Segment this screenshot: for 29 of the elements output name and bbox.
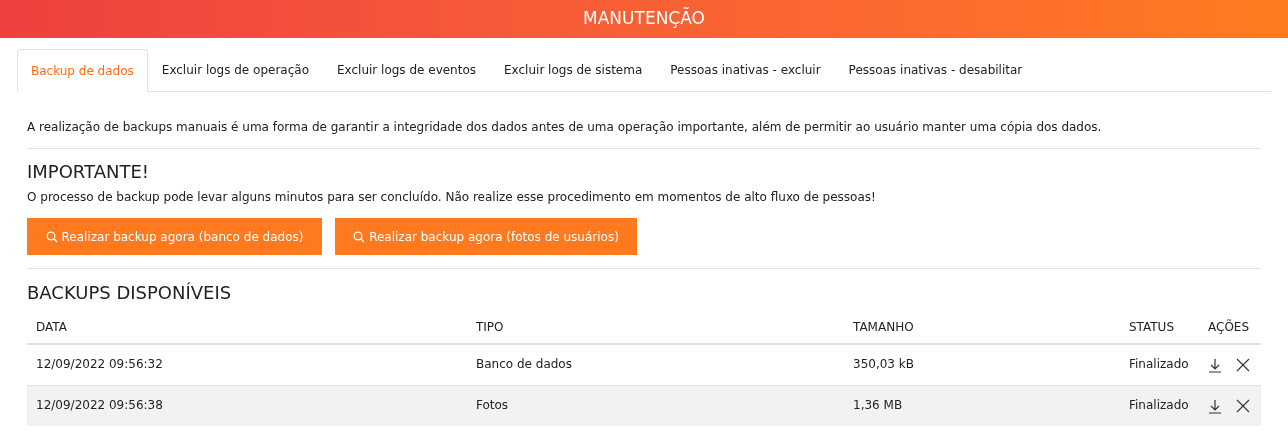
download-icon[interactable] xyxy=(1208,357,1222,373)
tab[interactable]: Excluir logs de sistema xyxy=(490,48,657,91)
table-cell: Fotos xyxy=(467,385,844,426)
table-cell: 12/09/2022 09:56:38 xyxy=(27,385,467,426)
close-icon[interactable] xyxy=(1236,358,1250,372)
section-heading: IMPORTANTE! xyxy=(27,160,151,184)
intro-text: A realização de backups manuais é uma forma de garantir a integridade dos dados antes de uma operação importante, além de permitir ao usuário manter uma cópia dos dados. xyxy=(27,118,1261,149)
tab[interactable]: Pessoas inativas - excluir xyxy=(656,48,835,91)
column-header: TIPO xyxy=(467,311,844,344)
close-icon[interactable] xyxy=(1236,398,1250,413)
warning-text: O processo de backup pode levar alguns minutos para ser concluído. Não realize esse procedimento em momentos de alto fluxo de pessoas! xyxy=(27,189,877,206)
table-cell: 12/09/2022 09:56:32 xyxy=(27,344,467,385)
tab[interactable]: Excluir logs de operação xyxy=(147,48,323,91)
section-heading: BACKUPS DISPONÍVEIS xyxy=(27,281,233,305)
table-cell: 350,03 kB xyxy=(844,344,1120,385)
column-header: AÇÕES xyxy=(1199,311,1261,344)
table-cell: Finalizado xyxy=(1120,385,1199,426)
table-cell: Finalizado xyxy=(1120,344,1199,385)
search-icon xyxy=(353,230,366,243)
column-header: STATUS xyxy=(1120,311,1199,344)
page-title: MANUTENÇÃO xyxy=(583,6,705,31)
table-cell: 1,36 MB xyxy=(844,385,1120,426)
table-cell: Banco de dados xyxy=(467,344,844,385)
column-header: TAMANHO xyxy=(844,311,1120,344)
column-header: DATA xyxy=(27,311,467,344)
tab[interactable]: Excluir logs de eventos xyxy=(323,48,491,91)
download-icon[interactable] xyxy=(1208,397,1222,414)
tab[interactable]: Pessoas inativas - desabilitar xyxy=(834,48,1037,91)
search-icon xyxy=(45,230,58,243)
